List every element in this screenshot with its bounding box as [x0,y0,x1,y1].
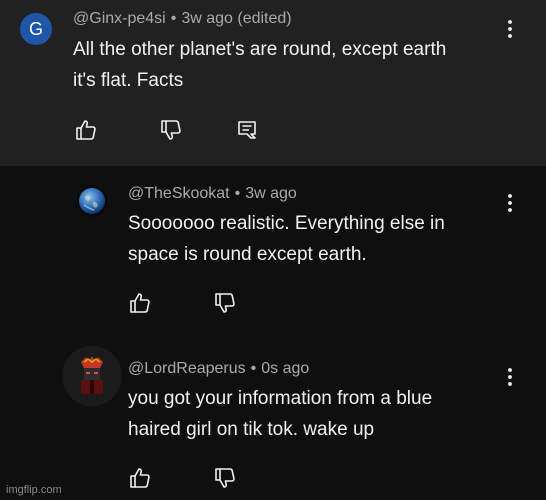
comment-text: you got your information from a blue hai… [128,383,432,445]
thumbs-up-icon[interactable] [128,466,152,490]
timestamp: 3w ago [245,185,297,202]
meta-separator: • [234,185,241,202]
avatar[interactable] [62,346,122,406]
avatar[interactable]: G [20,13,52,45]
thumbs-down-icon[interactable] [159,118,183,142]
timestamp: 0s ago [261,360,310,377]
main-comment: G @Ginx-pe4si • 3w ago (edited) All the ot… [0,0,546,166]
thumbs-down-icon[interactable] [213,291,237,315]
comment-meta: @LordReaperus • 0s ago [128,360,309,378]
more-vertical-icon[interactable] [500,17,520,41]
comment-meta: @Ginx-pe4si • 3w ago (edited) [73,10,292,28]
meta-separator: • [170,10,177,27]
reply-icon[interactable] [235,118,259,142]
comment-text: All the other planet's are round, except… [73,34,446,96]
more-vertical-icon[interactable] [500,191,520,215]
reaper-avatar-icon [62,346,122,406]
username[interactable]: @LordReaperus [128,360,246,377]
comment-text-line: it's flat. Facts [73,70,184,91]
thumbs-up-icon[interactable] [74,118,98,142]
timestamp: 3w ago (edited) [181,10,292,27]
earth-icon [76,185,108,217]
username[interactable]: @TheSkookat [128,185,230,202]
comment-text-line: All the other planet's are round, except… [73,39,447,60]
avatar[interactable] [76,185,108,217]
username[interactable]: @Ginx-pe4si [73,10,166,27]
watermark: imgflip.com [6,484,62,496]
thumbs-up-icon[interactable] [128,291,152,315]
more-vertical-icon[interactable] [500,365,520,389]
meta-separator: • [250,360,257,377]
comment-text-line: Sooooooo realistic. Everything else in [128,213,445,234]
comment-text-line: haired girl on tik tok. wake up [128,419,375,440]
comment-text: Sooooooo realistic. Everything else in s… [128,208,445,270]
comment-text-line: space is round except earth. [128,244,367,265]
comment-text-line: you got your information from a blue [128,388,433,409]
comment-meta: @TheSkookat • 3w ago [128,185,297,203]
thumbs-down-icon[interactable] [213,466,237,490]
